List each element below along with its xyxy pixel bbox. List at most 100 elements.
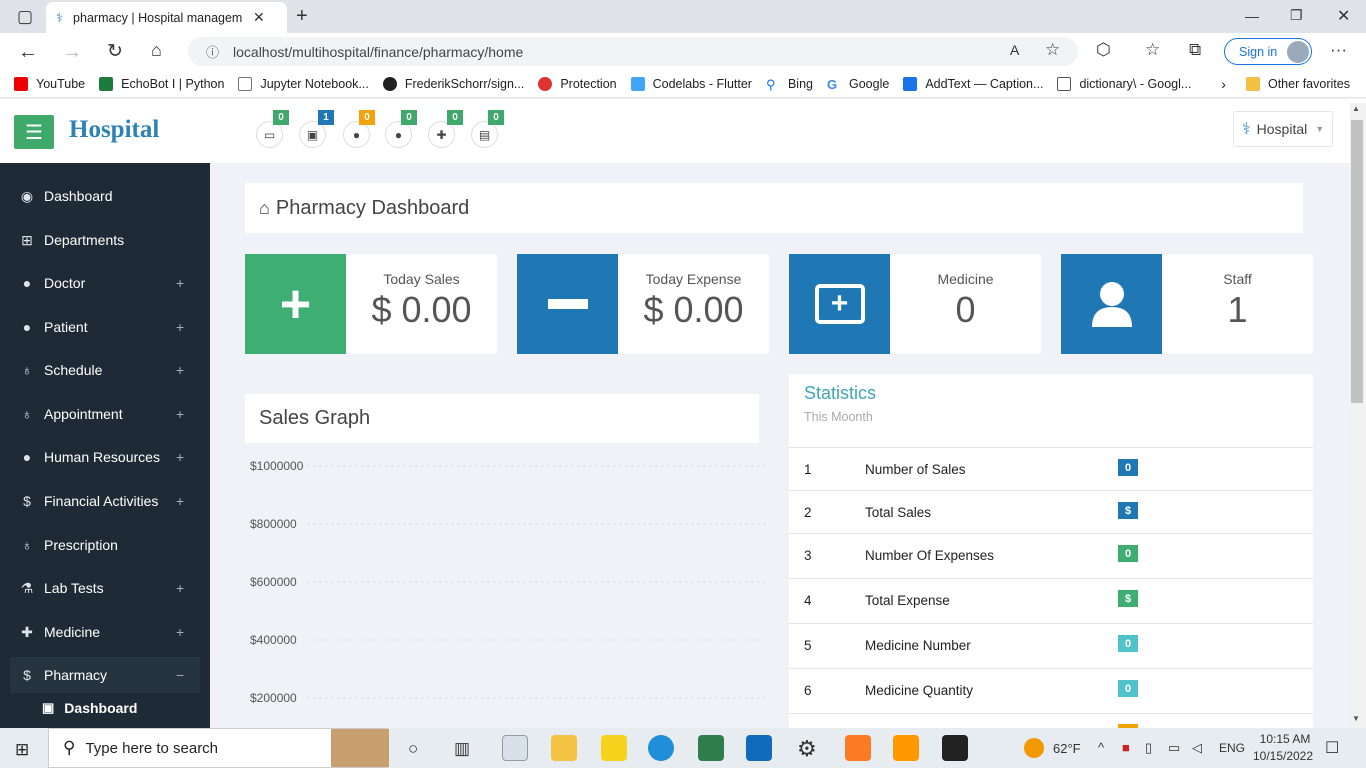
dollar-icon: $	[23, 493, 31, 509]
network-icon[interactable]: ▭	[1168, 740, 1180, 756]
flask-icon: ⚗	[20, 579, 34, 596]
sidebar-subitem-dashboard[interactable]: ▣ Dashboard	[42, 700, 137, 716]
sidebar-item-lab-tests[interactable]: ⚗ Lab Tests +	[0, 566, 210, 610]
url-text: localhost/multihospital/finance/pharmacy…	[233, 43, 524, 60]
forward-icon[interactable]: →	[62, 41, 82, 64]
minus-icon	[517, 254, 618, 354]
weather-temp[interactable]: 62°F	[1053, 741, 1081, 756]
info-icon[interactable]: ⓘ	[206, 42, 219, 61]
favorites-icon[interactable]: ☆	[1145, 40, 1160, 60]
card-medicine: + Medicine 0	[789, 254, 1041, 354]
notif-clipboard-badge: 0	[488, 110, 504, 125]
taskbar-search[interactable]: ⚲ Type here to search	[48, 728, 389, 768]
app-logo[interactable]: Hospital	[69, 116, 159, 144]
menu-toggle-button[interactable]: ☰	[14, 115, 54, 149]
bed-icon: ▭	[263, 127, 276, 142]
extensions-icon[interactable]: ⬡	[1096, 40, 1111, 60]
fav-youtube[interactable]: YouTube	[14, 77, 85, 91]
new-tab-icon[interactable]: +	[296, 5, 308, 28]
notif-clipboard-button[interactable]: ▤	[471, 121, 498, 148]
notif-bed-button[interactable]: ▭	[256, 121, 283, 148]
notif-doctor-button[interactable]: ●	[343, 121, 370, 148]
plus-icon: +	[176, 493, 185, 509]
chevron-right-icon[interactable]: ›	[1221, 76, 1226, 92]
xampp-icon[interactable]	[845, 735, 871, 761]
restore-icon[interactable]: ❐	[1290, 7, 1303, 24]
sidebar-item-prescription[interactable]: ♁ Prescription	[0, 523, 210, 567]
card-today-sales: + Today Sales $ 0.00	[245, 254, 497, 354]
tab-actions-icon[interactable]: ▢	[17, 7, 33, 27]
stats-row	[789, 713, 1313, 728]
refresh-icon[interactable]: ↻	[107, 40, 123, 63]
chart-app-icon[interactable]	[698, 735, 724, 761]
fav-other[interactable]: Other favorites	[1245, 77, 1350, 91]
fav-google[interactable]: G Google	[827, 77, 889, 92]
widgets-icon[interactable]: ▥	[454, 739, 470, 759]
scroll-down-icon[interactable]: ▼	[1352, 714, 1360, 723]
collections-icon[interactable]: ⧉	[1189, 40, 1201, 60]
sidebar-item-patient[interactable]: ● Patient +	[0, 305, 210, 349]
dashboard-icon: ◉	[20, 187, 34, 204]
fav-jupyter[interactable]: Jupyter Notebook...	[238, 77, 369, 91]
folder-icon	[1245, 77, 1260, 91]
sidebar-item-human-resources[interactable]: ● Human Resources +	[0, 435, 210, 479]
notif-patient-button[interactable]: ●	[385, 121, 412, 148]
scrollbar-thumb[interactable]	[1351, 120, 1363, 403]
snipping-tool-icon[interactable]	[502, 735, 528, 761]
stethoscope-icon: ♁	[21, 406, 33, 422]
read-aloud-icon[interactable]: A	[1010, 42, 1019, 58]
sidebar-item-appointment[interactable]: ♁ Appointment +	[0, 392, 210, 436]
edge-icon[interactable]	[648, 735, 674, 761]
language-indicator[interactable]: ENG	[1219, 741, 1245, 755]
fav-bing[interactable]: ⚲ Bing	[766, 77, 813, 92]
terminal-icon[interactable]	[942, 735, 968, 761]
fav-echobot[interactable]: EchoBot I | Python	[99, 77, 224, 91]
fav-dictionary[interactable]: dictionary\ - Googl...	[1057, 77, 1191, 91]
add-favorite-icon[interactable]: ☆	[1045, 40, 1060, 60]
settings-icon[interactable]: ⚙	[797, 736, 817, 762]
scroll-up-icon[interactable]: ▲	[1352, 104, 1360, 113]
address-bar[interactable]: ⓘ localhost/multihospital/finance/pharma…	[188, 37, 1078, 66]
volume-icon[interactable]: ◁	[1192, 740, 1202, 756]
more-icon[interactable]: ···	[1330, 40, 1347, 60]
task-view-icon[interactable]: ○	[408, 739, 418, 759]
sidebar-item-departments[interactable]: ⊞ Departments	[0, 218, 210, 262]
back-icon[interactable]: ←	[18, 41, 38, 64]
fav-addtext[interactable]: AddText — Caption...	[903, 77, 1043, 91]
notif-medkit-button[interactable]: ✚	[428, 121, 455, 148]
sidebar-item-medicine[interactable]: ✚ Medicine +	[0, 610, 210, 654]
sidebar-item-dashboard[interactable]: ◉ Dashboard	[0, 174, 210, 218]
fav-flutter[interactable]: Codelabs - Flutter	[630, 77, 752, 91]
close-window-icon[interactable]: ✕	[1337, 6, 1350, 26]
fav-github[interactable]: FrederikSchorr/sign...	[382, 77, 524, 91]
tray-chevron-icon[interactable]: ^	[1098, 740, 1104, 755]
sticky-notes-icon[interactable]	[601, 735, 627, 761]
close-tab-icon[interactable]: ✕	[253, 9, 265, 26]
file-explorer-icon[interactable]	[551, 735, 577, 761]
battery-icon[interactable]: ▯	[1145, 740, 1152, 756]
windows-start-icon[interactable]: ⊞	[15, 740, 29, 760]
patient-icon: ●	[394, 127, 403, 142]
stethoscope-icon: ♁	[21, 537, 33, 553]
notification-center-icon[interactable]: ☐	[1325, 738, 1339, 758]
home-icon[interactable]: ⌂	[151, 40, 162, 61]
document-icon	[1057, 77, 1072, 91]
sidebar-item-doctor[interactable]: ● Doctor +	[0, 261, 210, 305]
outlook-icon[interactable]	[746, 735, 772, 761]
users-icon: ●	[22, 449, 32, 465]
sidebar-item-financial-activities[interactable]: $ Financial Activities +	[0, 479, 210, 523]
sidebar-item-pharmacy[interactable]: $ Pharmacy −	[10, 657, 200, 693]
clock-date[interactable]: 10/15/2022	[1251, 749, 1315, 763]
weather-icon[interactable]	[1024, 738, 1044, 758]
sign-in-button[interactable]: Sign in	[1224, 38, 1312, 65]
user-menu-button[interactable]: ⚕ Hospital ▼	[1233, 111, 1333, 147]
minimize-icon[interactable]: —	[1245, 8, 1259, 24]
fav-protection[interactable]: Protection	[538, 77, 617, 91]
statistics-subtitle: This Moonth	[804, 410, 873, 424]
browser-tab[interactable]: ⚕ pharmacy | Hospital management ✕	[46, 2, 287, 33]
sidebar-item-schedule[interactable]: ♁ Schedule +	[0, 348, 210, 392]
tray-app-icon[interactable]: ■	[1122, 740, 1130, 755]
clock-time[interactable]: 10:15 AM	[1257, 732, 1313, 746]
notif-money-button[interactable]: ▣	[299, 121, 326, 148]
sublime-icon[interactable]	[893, 735, 919, 761]
